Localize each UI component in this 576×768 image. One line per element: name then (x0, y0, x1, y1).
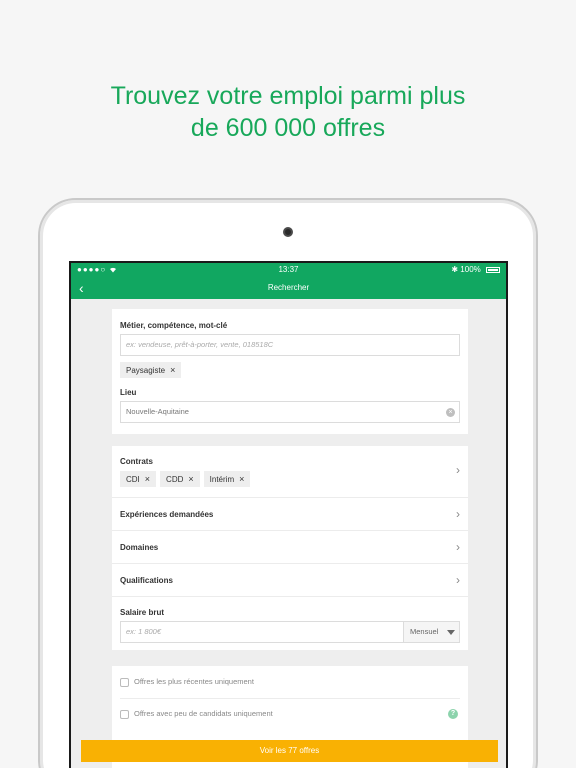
domains-row[interactable]: Domaines › (112, 530, 468, 563)
chip-label: Intérim (209, 475, 235, 484)
chevron-right-icon: › (456, 540, 460, 554)
salary-period-select[interactable]: Mensuel (403, 621, 460, 643)
remove-chip-icon[interactable]: × (188, 474, 193, 484)
status-bar: ●●●●○ 13:37 ✱ 100% (71, 263, 506, 277)
chip-interim: Intérim × (203, 471, 251, 487)
remove-chip-icon[interactable]: × (145, 474, 150, 484)
search-card: Métier, compétence, mot-clé ex: vendeuse… (112, 309, 468, 434)
salary-label: Salaire brut (120, 608, 165, 617)
salary-period-value: Mensuel (410, 627, 439, 636)
chevron-right-icon: › (456, 507, 460, 521)
battery-percent: 100% (460, 265, 481, 274)
chip-cdd: CDD × (160, 471, 200, 487)
chevron-right-icon: › (456, 463, 460, 477)
few-candidates-label: Offres avec peu de candidats uniquement (134, 709, 273, 718)
salary-row: Salaire brut ex: 1 800€ Mensuel (112, 596, 468, 650)
divider (120, 698, 460, 699)
few-candidates-checkbox[interactable] (120, 709, 129, 719)
nav-bar: ‹ Rechercher (71, 277, 506, 299)
remove-chip-icon[interactable]: × (170, 365, 175, 375)
battery-status: ✱ 100% (451, 263, 500, 277)
qualifications-label: Qualifications (120, 576, 173, 585)
few-candidates-option[interactable]: Offres avec peu de candidats uniquement … (120, 709, 460, 719)
chip-label: CDI (126, 475, 140, 484)
caret-down-icon (447, 630, 455, 635)
recent-only-label: Offres les plus récentes uniquement (134, 677, 254, 686)
help-icon[interactable]: ? (448, 709, 458, 719)
experience-row[interactable]: Expériences demandées › (112, 497, 468, 530)
domains-label: Domaines (120, 543, 159, 552)
job-chips: Paysagiste × (120, 360, 185, 378)
app-screen: ●●●●○ 13:37 ✱ 100% ‹ Rechercher Métier, … (69, 261, 508, 768)
chevron-right-icon: › (456, 573, 460, 587)
qualifications-row[interactable]: Qualifications › (112, 563, 468, 596)
experience-label: Expériences demandées (120, 510, 214, 519)
location-value: Nouvelle-Aquitaine (126, 407, 189, 416)
salary-placeholder: ex: 1 800€ (126, 627, 162, 636)
camera-icon (283, 227, 293, 237)
status-time: 13:37 (278, 265, 299, 274)
recent-only-checkbox[interactable] (120, 677, 129, 687)
headline: Trouvez votre emploi parmi plus de 600 0… (0, 80, 576, 144)
chip-label: Paysagiste (126, 366, 166, 375)
battery-icon (486, 266, 500, 273)
back-icon[interactable]: ‹ (79, 277, 84, 299)
headline-line-1: Trouvez votre emploi parmi plus (110, 82, 466, 110)
chip-cdi: CDI × (120, 471, 157, 487)
chip-label: CDD (166, 475, 184, 484)
contracts-row[interactable]: Contrats CDI × CDD × Intérim × › (112, 446, 468, 497)
filters-card: Contrats CDI × CDD × Intérim × › Expériences … (112, 446, 468, 650)
location-label: Lieu (120, 388, 137, 397)
location-input[interactable]: Nouvelle-Aquitaine × (120, 401, 460, 423)
job-input[interactable]: ex: vendeuse, prêt-à-porter, vente, 0185… (120, 334, 460, 356)
contracts-label: Contrats (120, 457, 153, 466)
headline-line-2: de 600 000 offres (190, 114, 386, 142)
recent-only-option[interactable]: Offres les plus récentes uniquement (120, 677, 460, 687)
contract-chips: CDI × CDD × Intérim × (120, 469, 254, 487)
salary-input[interactable]: ex: 1 800€ (120, 621, 404, 643)
job-placeholder: ex: vendeuse, prêt-à-porter, vente, 0185… (126, 340, 274, 349)
job-label: Métier, compétence, mot-clé (120, 321, 228, 330)
bluetooth-icon: ✱ (451, 265, 459, 274)
see-offers-button[interactable]: Voir les 77 offres (81, 740, 498, 762)
clear-icon[interactable]: × (446, 408, 455, 417)
page-title: Rechercher (267, 283, 310, 292)
chip-paysagiste: Paysagiste × (120, 362, 182, 378)
remove-chip-icon[interactable]: × (239, 474, 244, 484)
